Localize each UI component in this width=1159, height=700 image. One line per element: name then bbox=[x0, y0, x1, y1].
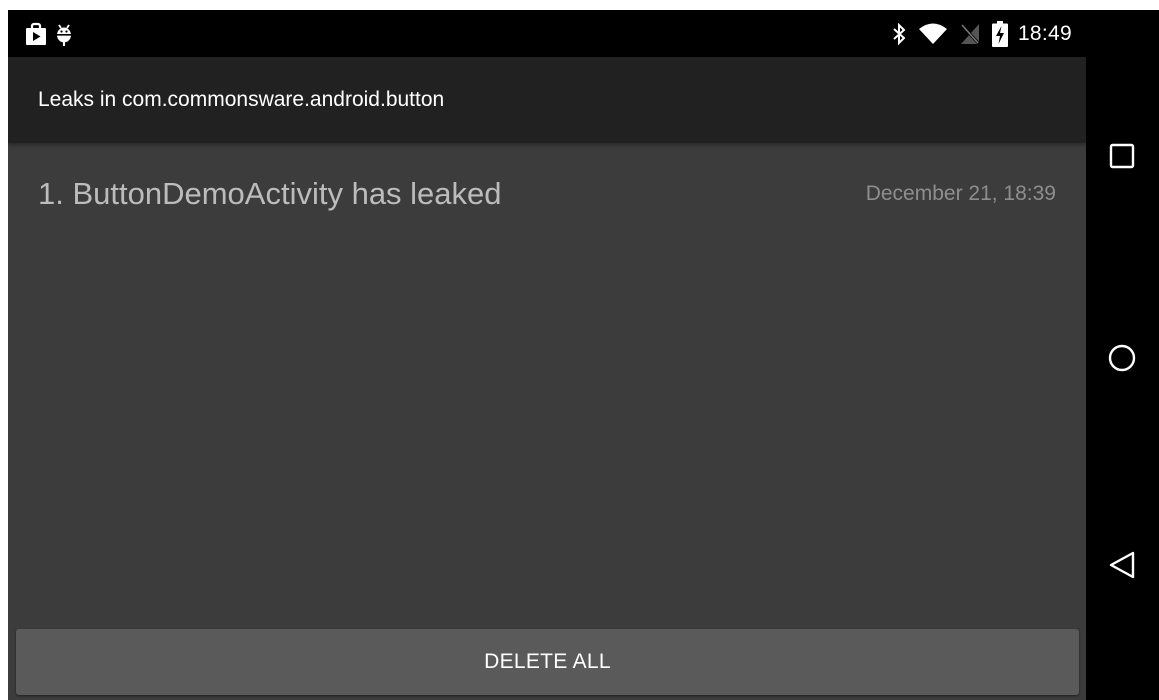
back-icon[interactable] bbox=[1104, 547, 1140, 583]
page-title: Leaks in com.commonsware.android.button bbox=[38, 88, 445, 111]
wifi-icon bbox=[918, 23, 948, 45]
leak-timestamp: December 21, 18:39 bbox=[865, 182, 1056, 205]
list-item[interactable]: 1. ButtonDemoActivity has leaked Decembe… bbox=[8, 143, 1086, 243]
device-screen: 18:49 Leaks in com.commonsware.android.b… bbox=[8, 10, 1159, 700]
leak-list: 1. ButtonDemoActivity has leaked Decembe… bbox=[8, 143, 1086, 700]
delete-all-button[interactable]: DELETE ALL bbox=[16, 629, 1079, 695]
shopping-bag-icon bbox=[25, 22, 47, 51]
no-sim-icon bbox=[959, 22, 980, 45]
bluetooth-icon bbox=[892, 22, 906, 46]
navigation-bar bbox=[1086, 10, 1159, 700]
status-icons: 18:49 bbox=[880, 10, 1072, 57]
home-icon[interactable] bbox=[1104, 340, 1140, 376]
leak-title: 1. ButtonDemoActivity has leaked bbox=[38, 176, 502, 211]
status-bar: 18:49 bbox=[8, 10, 1086, 57]
battery-charging-icon bbox=[991, 20, 1008, 47]
android-debug-icon bbox=[55, 22, 73, 51]
recents-icon[interactable] bbox=[1104, 138, 1140, 174]
clock: 18:49 bbox=[1017, 21, 1072, 45]
action-bar: Leaks in com.commonsware.android.button bbox=[8, 57, 1086, 143]
